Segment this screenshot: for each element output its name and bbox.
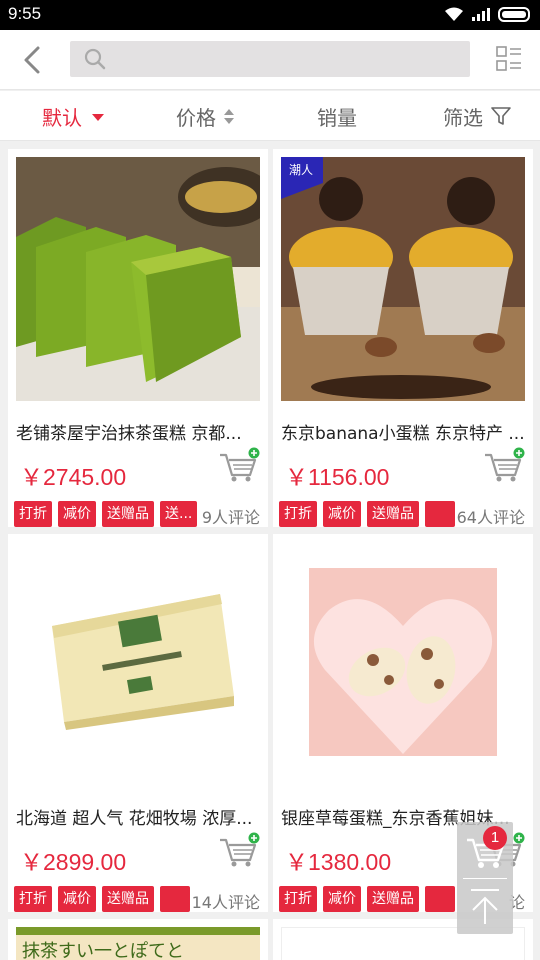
promo-tag: 打折 — [279, 886, 317, 912]
promo-tag: 打折 — [279, 501, 317, 527]
add-to-cart-icon[interactable] — [218, 447, 260, 483]
promo-tag — [160, 886, 190, 912]
promo-tag: 送赠品 — [367, 886, 419, 912]
product-name[interactable]: 北海道 超人气 花畑牧場 浓厚... — [16, 804, 260, 829]
product-price: ￥2899.00 — [20, 849, 127, 875]
signal-icon — [472, 7, 490, 21]
status-icons — [444, 6, 530, 22]
promo-tags: 打折 减价 送赠品 — [279, 886, 455, 912]
promo-tag: 打折 — [14, 886, 52, 912]
product-name[interactable]: 东京banana小蛋糕 东京特产 ... — [281, 419, 525, 444]
back-arrow-icon[interactable] — [16, 42, 52, 78]
list-view-icon[interactable] — [496, 46, 522, 72]
filter-tab[interactable]: 筛选 — [443, 91, 511, 141]
promo-tag: 送赠品 — [102, 886, 154, 912]
top-header — [0, 30, 540, 90]
review-count: 9人评论 — [201, 508, 260, 527]
search-input[interactable] — [114, 41, 464, 77]
promo-tag — [425, 886, 455, 912]
sort-sales-tab[interactable]: 销量 — [317, 91, 357, 141]
promo-tags: 打折 减价 送赠品 — [279, 501, 455, 527]
caret-down-icon — [92, 113, 104, 121]
product-card[interactable]: 抹茶すい一とぽてと — [8, 919, 268, 960]
sort-default-label: 默认 — [42, 105, 82, 130]
product-price: ￥1156.00 — [285, 464, 390, 490]
sort-arrows-icon — [224, 108, 234, 124]
banner-text: 抹茶すい一とぽてと — [22, 941, 184, 960]
product-name[interactable]: 老铺茶屋宇治抹茶蛋糕 京都... — [16, 419, 260, 444]
search-bar[interactable] — [70, 41, 470, 77]
filter-icon — [491, 107, 511, 125]
promo-tag: 减价 — [323, 501, 361, 527]
promo-tag: 减价 — [323, 886, 361, 912]
wifi-icon — [445, 7, 463, 21]
sort-price-label: 价格 — [176, 105, 216, 130]
product-image[interactable] — [16, 157, 260, 401]
product-card[interactable]: 潮人 东京banana小蛋糕 东京特产 ... ￥1156.00 打折 减价 送… — [273, 149, 533, 527]
add-to-cart-icon[interactable] — [483, 447, 525, 483]
product-card[interactable]: 老铺茶屋宇治抹茶蛋糕 京都... ￥2745.00 打折 减价 送赠品 送...… — [8, 149, 268, 527]
product-image[interactable]: 潮人 — [281, 157, 525, 401]
sort-default-tab[interactable]: 默认 — [42, 91, 104, 141]
promo-tag: 打折 — [14, 501, 52, 527]
review-count: 64人评论 — [456, 508, 525, 527]
product-image[interactable] — [281, 542, 525, 786]
sort-bar: 默认 价格 销量 筛选 — [0, 91, 540, 141]
status-bar: 9:55 — [0, 0, 540, 30]
search-icon — [84, 48, 106, 70]
add-to-cart-icon[interactable] — [218, 832, 260, 868]
floating-cart-panel: 1 — [457, 822, 513, 934]
promo-tags: 打折 减价 送赠品 — [14, 886, 190, 912]
promo-tag: 减价 — [58, 501, 96, 527]
product-image[interactable]: 抹茶すい一とぽてと — [16, 927, 260, 960]
promo-tag: 送... — [160, 501, 198, 527]
promo-tag: 减价 — [58, 886, 96, 912]
battery-icon — [498, 6, 530, 22]
product-price: ￥2745.00 — [20, 464, 127, 490]
sort-sales-label: 销量 — [317, 105, 357, 130]
promo-tag — [425, 501, 455, 527]
filter-label: 筛选 — [443, 105, 483, 130]
promo-tags: 打折 减价 送赠品 送... — [14, 501, 198, 527]
sort-price-tab[interactable]: 价格 — [176, 91, 234, 141]
product-price: ￥1380.00 — [285, 849, 392, 875]
cart-count-badge: 1 — [483, 826, 507, 850]
review-count: 14人评论 — [191, 893, 260, 912]
divider — [463, 878, 507, 879]
product-image[interactable] — [16, 542, 260, 786]
product-card[interactable]: 北海道 超人气 花畑牧場 浓厚... ￥2899.00 打折 减价 送赠品 14… — [8, 534, 268, 912]
promo-tag: 送赠品 — [367, 501, 419, 527]
promo-tag: 送赠品 — [102, 501, 154, 527]
back-to-top-icon[interactable] — [467, 886, 503, 926]
status-time: 9:55 — [8, 4, 42, 23]
